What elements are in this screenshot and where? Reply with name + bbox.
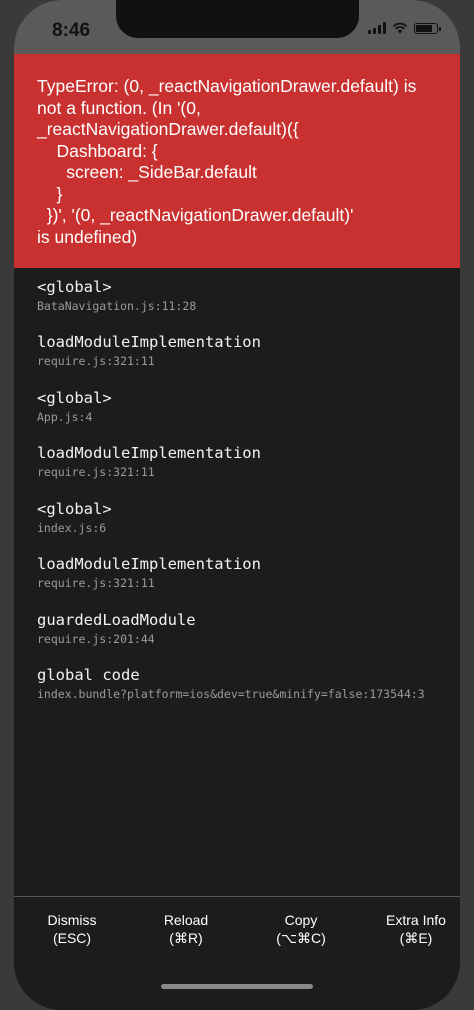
stack-frame[interactable]: <global> index.js:6 bbox=[37, 498, 112, 536]
home-indicator[interactable] bbox=[161, 984, 313, 989]
stack-frame[interactable]: loadModuleImplementation require.js:321:… bbox=[37, 442, 261, 480]
reload-label: Reload bbox=[163, 912, 209, 928]
extra-info-label: Extra Info bbox=[386, 912, 446, 928]
status-time: 8:46 bbox=[52, 20, 91, 41]
copy-button[interactable]: Copy (⌥⌘C) bbox=[251, 911, 351, 947]
status-bar: 8:46 bbox=[14, 0, 460, 54]
reload-button[interactable]: Reload (⌘R) bbox=[136, 911, 236, 947]
status-icons bbox=[368, 22, 441, 34]
frame-file: require.js:321:11 bbox=[37, 576, 155, 590]
screen: 8:46 TypeError: (0, _reactNavigationDraw… bbox=[14, 0, 460, 1010]
frame-file: App.js:4 bbox=[37, 410, 93, 424]
frame-method: <global> bbox=[37, 500, 112, 518]
copy-shortcut: (⌥⌘C) bbox=[276, 930, 326, 946]
wifi-icon bbox=[392, 22, 408, 34]
dismiss-shortcut: (ESC) bbox=[52, 930, 92, 946]
error-message: TypeError: (0, _reactNavigationDrawer.de… bbox=[37, 76, 417, 247]
frame-method: <global> bbox=[37, 389, 112, 407]
reload-shortcut: (⌘R) bbox=[169, 930, 203, 946]
frame-file: require.js:201:44 bbox=[37, 632, 155, 646]
notch bbox=[116, 0, 359, 38]
frame-method: <global> bbox=[37, 278, 112, 296]
signal-icon bbox=[368, 22, 386, 34]
dismiss-button[interactable]: Dismiss (ESC) bbox=[22, 911, 122, 947]
stack-trace: <global> BataNavigation.js:11:28 loadMod… bbox=[14, 268, 460, 896]
frame-method: guardedLoadModule bbox=[37, 611, 196, 629]
frame-method: loadModuleImplementation bbox=[37, 555, 261, 573]
stack-frame[interactable]: loadModuleImplementation require.js:321:… bbox=[37, 553, 261, 591]
footer-toolbar: Dismiss (ESC) Reload (⌘R) Copy (⌥⌘C) Ext… bbox=[14, 896, 460, 1010]
stack-frame[interactable]: <global> App.js:4 bbox=[37, 387, 112, 425]
frame-file: BataNavigation.js:11:28 bbox=[37, 299, 197, 313]
stack-frame[interactable]: global code index.bundle?platform=ios&de… bbox=[37, 664, 425, 702]
battery-icon bbox=[414, 22, 441, 34]
stack-frame[interactable]: <global> BataNavigation.js:11:28 bbox=[37, 276, 196, 314]
frame-method: loadModuleImplementation bbox=[37, 333, 261, 351]
frame-method: loadModuleImplementation bbox=[37, 444, 261, 462]
frame-file: index.bundle?platform=ios&dev=true&minif… bbox=[37, 687, 425, 701]
stack-frame[interactable]: loadModuleImplementation require.js:321:… bbox=[37, 331, 261, 369]
frame-file: index.js:6 bbox=[37, 521, 107, 535]
extra-info-button[interactable]: Extra Info (⌘E) bbox=[366, 911, 460, 947]
frame-method: global code bbox=[37, 666, 140, 684]
device-frame: 8:46 TypeError: (0, _reactNavigationDraw… bbox=[0, 0, 474, 1010]
frame-file: require.js:321:11 bbox=[37, 354, 155, 368]
copy-label: Copy bbox=[284, 912, 318, 928]
dismiss-label: Dismiss bbox=[47, 912, 97, 928]
stack-frame[interactable]: guardedLoadModule require.js:201:44 bbox=[37, 609, 196, 647]
frame-file: require.js:321:11 bbox=[37, 465, 155, 479]
error-banner: TypeError: (0, _reactNavigationDrawer.de… bbox=[14, 54, 460, 268]
extra-info-shortcut: (⌘E) bbox=[399, 930, 433, 946]
